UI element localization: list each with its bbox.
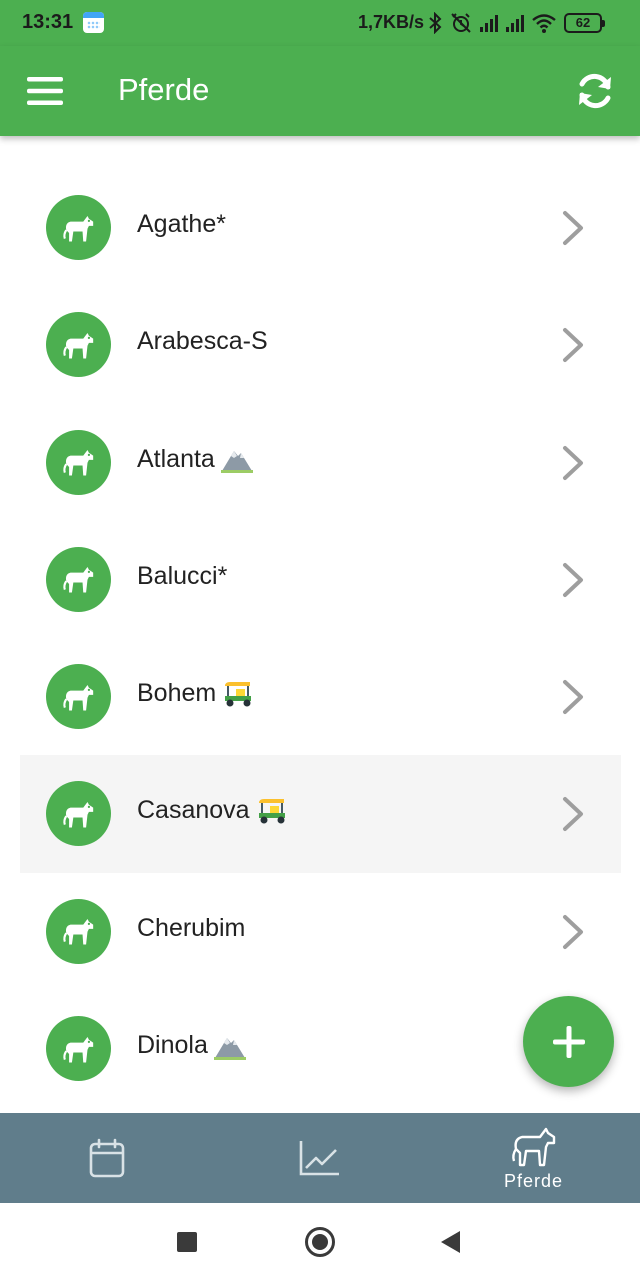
chevron-right-icon <box>560 210 586 246</box>
refresh-icon <box>579 73 611 109</box>
horse-avatar-icon <box>46 429 111 495</box>
chevron-right-icon <box>560 796 586 832</box>
menu-button[interactable] <box>20 66 70 116</box>
horse-name: Atlanta <box>137 445 253 474</box>
system-navigation <box>0 1203 640 1280</box>
chevron-right-icon <box>560 562 586 598</box>
horse-name-text: Bohem <box>137 679 217 708</box>
bluetooth-icon <box>429 12 442 34</box>
horse-name-text: Arabesca-S <box>137 327 268 356</box>
status-time: 13:31 <box>22 11 74 33</box>
menu-icon <box>27 77 63 105</box>
chart-icon <box>299 1141 339 1176</box>
horse-list-item[interactable]: Balucci* <box>20 521 621 638</box>
horse-name-text: Agathe* <box>137 210 226 238</box>
wifi-icon <box>532 14 556 33</box>
back-button[interactable] <box>441 1231 460 1253</box>
horse-name-text: Dinola <box>137 1031 208 1060</box>
horse-avatar-icon <box>46 898 111 964</box>
refresh-button[interactable] <box>570 66 620 116</box>
horse-list-item[interactable]: Casanova <box>20 755 621 873</box>
chevron-right-icon <box>560 327 586 363</box>
horse-name: Cherubim <box>137 914 245 943</box>
status-icons: 62 <box>428 10 605 36</box>
horse-avatar-icon <box>46 312 111 378</box>
page-title: Pferde <box>118 72 210 107</box>
bottom-navigation: Pferde <box>0 1113 640 1203</box>
chevron-right-icon <box>560 679 586 715</box>
calendar-icon <box>83 12 104 33</box>
horse-avatar-icon <box>46 195 111 260</box>
horse-avatar-icon <box>46 664 111 730</box>
mountain-emoji-icon <box>213 1032 246 1060</box>
chevron-right-icon <box>560 445 586 481</box>
auto-rickshaw-emoji-icon <box>222 680 254 708</box>
auto-rickshaw-emoji-icon <box>256 797 288 825</box>
plus-icon <box>552 1025 585 1058</box>
horse-name: Agathe* <box>137 210 226 239</box>
home-button[interactable] <box>305 1227 335 1257</box>
status-bar: 13:31 1,7KB/s 62 <box>0 0 640 46</box>
horse-name-text: Cherubim <box>137 913 246 942</box>
mountain-emoji-icon <box>220 445 253 474</box>
horse-list-item[interactable]: Agathe* <box>20 169 621 286</box>
horse-name: Balucci* <box>137 562 227 591</box>
horse-name-text: Casanova <box>137 796 250 825</box>
nav-horses[interactable]: Pferde <box>427 1113 640 1203</box>
nav-horses-label: Pferde <box>503 1170 564 1191</box>
horse-avatar-icon <box>46 546 111 612</box>
horse-name: Arabesca-S <box>137 327 268 356</box>
chevron-right-icon <box>560 914 586 950</box>
horse-list-item[interactable]: Atlanta <box>20 404 621 521</box>
horse-name: Bohem <box>137 679 254 708</box>
horse-list: Agathe* Arabesca-S Atlanta Balucci* Bohem Cas… <box>20 169 621 1107</box>
horse-avatar-icon <box>46 781 111 847</box>
app-bar: Pferde <box>0 46 640 136</box>
calendar-icon <box>89 1138 124 1178</box>
network-speed: 1,7KB/s <box>358 12 425 32</box>
horse-list-item[interactable]: Cherubim <box>20 873 621 990</box>
signal-icon <box>480 14 498 32</box>
alarm-off-icon <box>451 13 471 33</box>
horse-icon <box>511 1127 555 1166</box>
horse-name-text: Atlanta <box>137 444 215 473</box>
horse-list-item[interactable]: Bohem <box>20 638 621 755</box>
horse-name-text: Balucci* <box>137 561 228 590</box>
recent-apps-button[interactable] <box>177 1232 197 1252</box>
signal-icon <box>506 14 524 32</box>
horse-name: Casanova <box>137 796 288 825</box>
nav-statistics[interactable] <box>213 1113 426 1203</box>
horse-avatar-icon <box>46 1016 111 1082</box>
horse-list-item[interactable]: Arabesca-S <box>20 286 621 403</box>
battery-icon: 62 <box>564 13 605 33</box>
horse-name: Dinola <box>137 1031 246 1060</box>
nav-calendar[interactable] <box>0 1113 213 1203</box>
add-horse-button[interactable] <box>523 996 614 1087</box>
